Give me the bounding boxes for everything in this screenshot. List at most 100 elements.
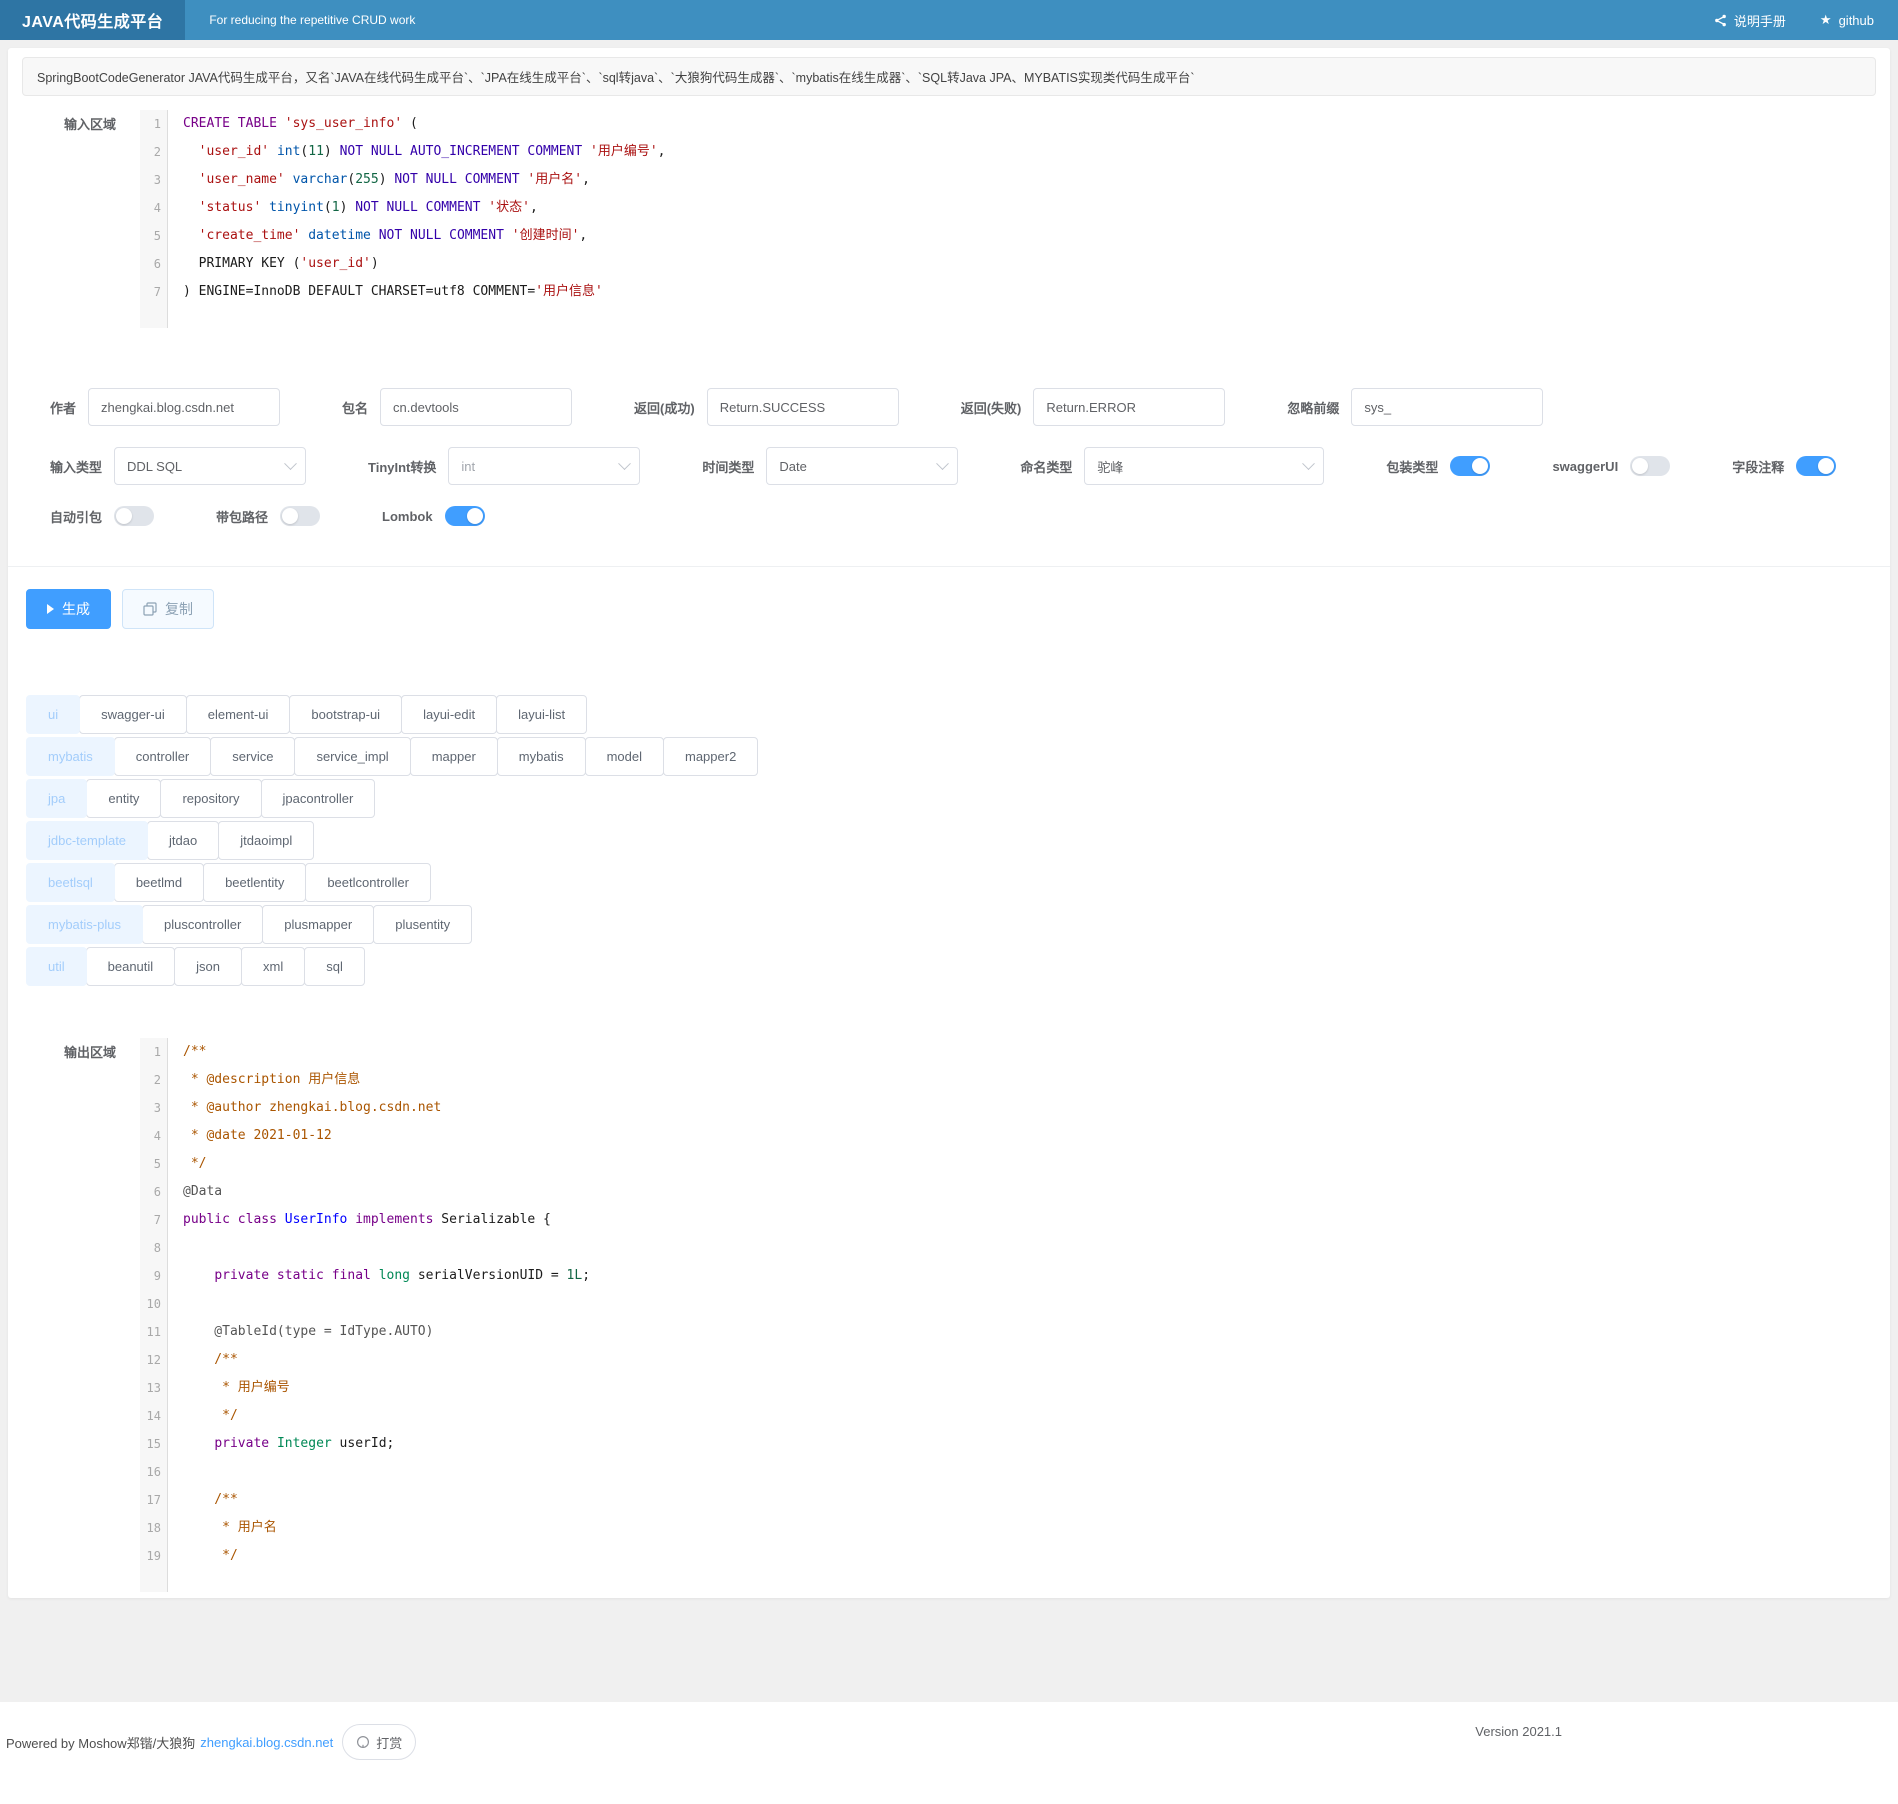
tab-category-jpa[interactable]: jpa — [26, 779, 87, 818]
tinyint-convert-select-value: int — [461, 459, 475, 474]
wrapper-type-toggle[interactable] — [1450, 456, 1490, 476]
copy-icon — [143, 602, 157, 616]
tab-swagger-ui[interactable]: swagger-ui — [79, 695, 187, 734]
code-line-text: @TableId(type = IdType.AUTO) — [167, 1318, 433, 1346]
code-line: 13 * 用户编号 — [140, 1374, 1848, 1402]
tab-beetlcontroller[interactable]: beetlcontroller — [305, 863, 431, 902]
naming-type-select[interactable]: 驼峰 — [1084, 447, 1324, 485]
code-line-text: @Data — [167, 1178, 222, 1206]
tab-controller[interactable]: controller — [114, 737, 211, 776]
tab-category-util[interactable]: util — [26, 947, 87, 986]
line-number: 2 — [140, 1066, 167, 1094]
code-line: 9 private static final long serialVersio… — [140, 1262, 1848, 1290]
github-link[interactable]: ★ github — [1820, 12, 1874, 28]
tab-bootstrap-ui[interactable]: bootstrap-ui — [289, 695, 402, 734]
tab-jtdaoimpl[interactable]: jtdaoimpl — [218, 821, 314, 860]
field-swagger-ui: swaggerUI — [1552, 456, 1670, 476]
star-icon: ★ — [1820, 12, 1832, 28]
with-package-path-toggle[interactable] — [280, 506, 320, 526]
tab-pluscontroller[interactable]: pluscontroller — [142, 905, 263, 944]
code-line-text: private static final long serialVersionU… — [167, 1262, 590, 1290]
line-number: 10 — [140, 1290, 167, 1318]
naming-type-label: 命名类型 — [1020, 457, 1072, 476]
tab-group-beetlsql: beetlsqlbeetlmdbeetlentitybeetlcontrolle… — [26, 863, 1872, 902]
app-title: JAVA代码生成平台 — [0, 0, 185, 40]
donate-button[interactable]: 打赏 — [342, 1724, 416, 1760]
tab-plusentity[interactable]: plusentity — [373, 905, 472, 944]
tab-element-ui[interactable]: element-ui — [186, 695, 291, 734]
tab-mapper[interactable]: mapper — [410, 737, 498, 776]
tab-layui-list[interactable]: layui-list — [496, 695, 587, 734]
line-number: 9 — [140, 1262, 167, 1290]
tab-category-jdbc-template[interactable]: jdbc-template — [26, 821, 148, 860]
copy-button[interactable]: 复制 — [122, 589, 214, 629]
field-time-type: 时间类型Date — [702, 447, 958, 485]
share-icon — [1714, 14, 1727, 27]
author-input[interactable] — [88, 388, 280, 426]
manual-link[interactable]: 说明手册 — [1714, 11, 1786, 30]
tab-category-ui[interactable]: ui — [26, 695, 80, 734]
swagger-ui-label: swaggerUI — [1552, 459, 1618, 474]
chevron-down-icon — [937, 457, 950, 470]
tinyint-convert-select[interactable]: int — [448, 447, 640, 485]
return-success-input[interactable] — [707, 388, 899, 426]
line-number: 15 — [140, 1430, 167, 1458]
tab-layui-edit[interactable]: layui-edit — [401, 695, 497, 734]
field-tinyint-convert: TinyInt转换int — [368, 447, 640, 485]
tab-beetlmd[interactable]: beetlmd — [114, 863, 204, 902]
tab-service_impl[interactable]: service_impl — [294, 737, 410, 776]
tab-service[interactable]: service — [210, 737, 295, 776]
sql-input-editor[interactable]: 1CREATE TABLE 'sys_user_info' (2 'user_i… — [140, 110, 1848, 328]
powered-by-text: Powered by Moshow郑锴/大狼狗 — [6, 1733, 195, 1752]
input-type-label: 输入类型 — [50, 457, 102, 476]
time-type-select[interactable]: Date — [766, 447, 958, 485]
code-line: 4 * @date 2021-01-12 — [140, 1122, 1848, 1150]
tab-repository[interactable]: repository — [160, 779, 261, 818]
field-comment-toggle[interactable] — [1796, 456, 1836, 476]
code-line-text: */ — [167, 1150, 206, 1178]
lombok-toggle[interactable] — [445, 506, 485, 526]
tab-json[interactable]: json — [174, 947, 242, 986]
field-package: 包名 — [342, 388, 572, 426]
tab-plusmapper[interactable]: plusmapper — [262, 905, 374, 944]
code-line-text: * @description 用户信息 — [167, 1066, 360, 1094]
return-success-label: 返回(成功) — [634, 398, 695, 417]
code-line-text — [167, 1290, 183, 1318]
package-input[interactable] — [380, 388, 572, 426]
code-line-text: * 用户名 — [167, 1514, 277, 1542]
footer: Powered by Moshow郑锴/大狼狗 zhengkai.blog.cs… — [0, 1702, 1898, 1804]
line-number: 12 — [140, 1346, 167, 1374]
tab-mybatis[interactable]: mybatis — [497, 737, 586, 776]
swagger-ui-toggle[interactable] — [1630, 456, 1670, 476]
tab-mapper2[interactable]: mapper2 — [663, 737, 758, 776]
code-line-text: /** — [167, 1038, 206, 1066]
line-number: 8 — [140, 1234, 167, 1262]
tab-category-mybatis-plus[interactable]: mybatis-plus — [26, 905, 143, 944]
java-output-editor[interactable]: 1/**2 * @description 用户信息3 * @author zhe… — [140, 1038, 1848, 1592]
github-link-label: github — [1839, 13, 1874, 28]
tab-jpacontroller[interactable]: jpacontroller — [261, 779, 376, 818]
tab-beetlentity[interactable]: beetlentity — [203, 863, 306, 902]
tab-category-beetlsql[interactable]: beetlsql — [26, 863, 115, 902]
generate-button[interactable]: 生成 — [26, 589, 111, 629]
tab-entity[interactable]: entity — [86, 779, 161, 818]
tab-sql[interactable]: sql — [304, 947, 365, 986]
author-blog-link[interactable]: zhengkai.blog.csdn.net — [200, 1735, 333, 1750]
ignore-prefix-input[interactable] — [1351, 388, 1543, 426]
code-line: 2 * @description 用户信息 — [140, 1066, 1848, 1094]
auto-import-toggle[interactable] — [114, 506, 154, 526]
naming-type-select-value: 驼峰 — [1097, 457, 1123, 476]
return-error-input[interactable] — [1033, 388, 1225, 426]
field-with-package-path: 带包路径 — [216, 506, 320, 526]
line-number: 4 — [140, 1122, 167, 1150]
main-card: SpringBootCodeGenerator JAVA代码生成平台，又名`JA… — [8, 48, 1890, 1598]
app-subtitle: For reducing the repetitive CRUD work — [209, 13, 415, 27]
tab-model[interactable]: model — [585, 737, 664, 776]
tab-xml[interactable]: xml — [241, 947, 305, 986]
tab-jtdao[interactable]: jtdao — [147, 821, 219, 860]
tab-beanutil[interactable]: beanutil — [86, 947, 176, 986]
line-number: 4 — [140, 194, 167, 222]
input-type-select[interactable]: DDL SQL — [114, 447, 306, 485]
tab-category-mybatis[interactable]: mybatis — [26, 737, 115, 776]
code-line-text: */ — [167, 1542, 238, 1570]
